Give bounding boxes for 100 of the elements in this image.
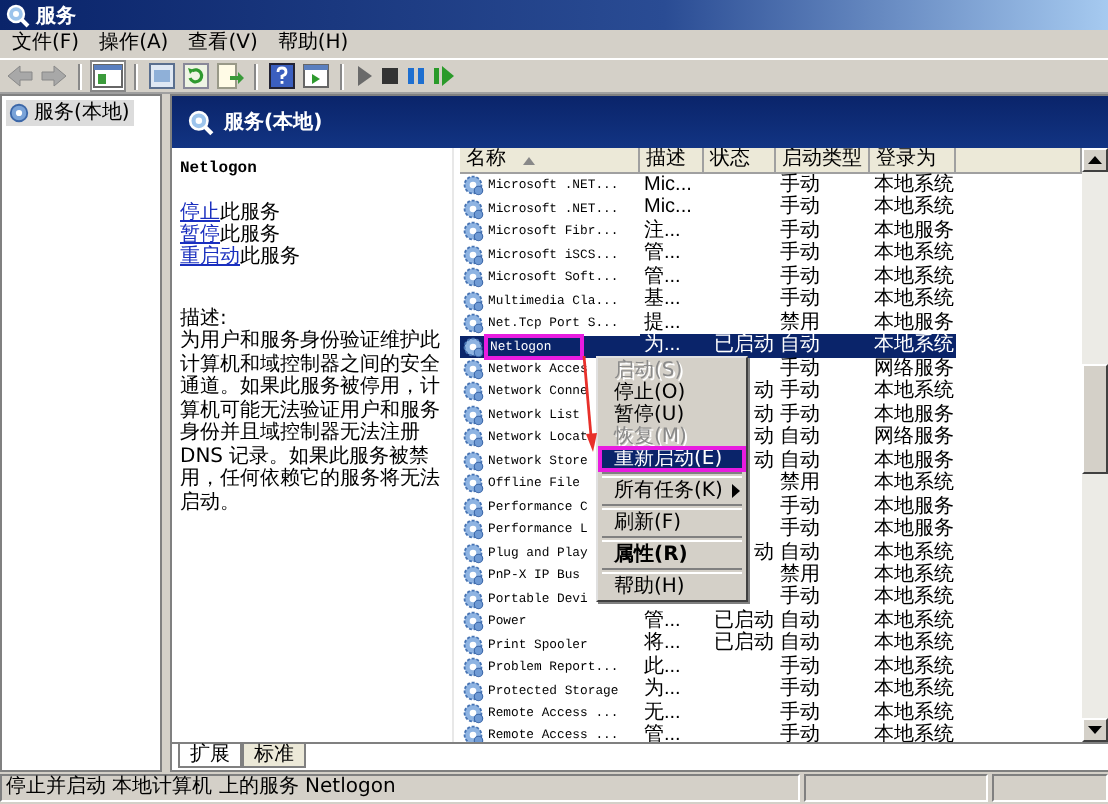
table-cell: 此... <box>644 655 681 678</box>
table-cell: 本地系统 <box>874 380 954 403</box>
table-cell: 本地服务 <box>874 403 954 426</box>
tab[interactable]: 标准 <box>242 744 306 768</box>
table-cell: 本地系统 <box>874 632 954 655</box>
action-link[interactable]: 重启动 <box>180 246 240 268</box>
table-cell: 动 <box>754 541 774 563</box>
column-header[interactable]: 名称 <box>460 148 640 174</box>
menu-item[interactable]: 帮助(H) <box>277 32 349 56</box>
export-icon[interactable] <box>216 62 244 90</box>
scroll-up-button[interactable] <box>1082 148 1108 172</box>
table-cell: 禁用 <box>780 311 820 334</box>
action-link[interactable]: 停止 <box>180 202 220 224</box>
table-cell: 手动 <box>780 655 820 678</box>
menu-item[interactable]: 查看(V) <box>188 32 258 56</box>
table-cell: 自动 <box>780 449 820 472</box>
table-cell: 本地系统 <box>874 242 954 265</box>
play-icon[interactable] <box>354 64 374 88</box>
table-cell: 本地系统 <box>874 655 954 678</box>
tree-item[interactable]: 服务(本地) <box>6 100 134 126</box>
table-cell: 为... <box>644 678 681 701</box>
table-cell: 本地服务 <box>874 449 954 472</box>
action-text: 此服务 <box>240 246 300 268</box>
table-cell: 本地系统 <box>874 563 954 586</box>
description-text: 为用户和服务身份验证维护此计算机和域控制器之间的安全通道。如果此服务被停用，计算机可能无法验证用户和服务身份并且域控制器无法注册 DNS 记录。如果此服务被禁用，任何依赖它的服务将无法启动。 <box>180 330 440 514</box>
table-cell: 动 <box>754 403 774 426</box>
table-cell: 本地系统 <box>874 174 954 196</box>
table-cell: 本地系统 <box>874 196 954 219</box>
tree-toggle-icon[interactable] <box>92 62 124 90</box>
table-cell: 手动 <box>780 288 820 311</box>
table-cell: 手动 <box>780 242 820 265</box>
table-cell: 本地服务 <box>874 219 954 242</box>
table-cell: 手动 <box>780 174 820 196</box>
panel-title: 服务(本地) <box>224 109 323 136</box>
table-cell: 自动 <box>780 632 820 655</box>
table-cell: 本地系统 <box>874 678 954 701</box>
column-header[interactable]: 描述 <box>640 148 704 174</box>
table-cell: 为... <box>644 334 681 357</box>
table-cell: 提... <box>644 311 681 334</box>
action-text: 此服务 <box>220 202 280 224</box>
stop-icon[interactable] <box>380 64 400 88</box>
menu-item[interactable]: 暂停(U) <box>600 404 744 426</box>
service-name: Netlogon <box>180 160 259 178</box>
menu-item[interactable]: 停止(O) <box>600 382 744 404</box>
table-cell: 本地系统 <box>874 472 954 495</box>
sort-arrow-icon <box>522 155 536 165</box>
menu-item[interactable]: 文件(F) <box>12 32 80 56</box>
menu-item[interactable]: 属性(R) <box>600 544 744 566</box>
column-header[interactable]: 登录为 <box>870 148 956 174</box>
table-cell: 将... <box>644 632 681 655</box>
table-cell: 手动 <box>780 701 820 724</box>
table-cell: 网络服务 <box>874 357 954 380</box>
table-cell: 手动 <box>780 403 820 426</box>
table-cell: 基... <box>644 288 681 311</box>
table-cell: 手动 <box>780 357 820 380</box>
help-icon[interactable] <box>268 62 296 90</box>
restart-icon[interactable] <box>432 64 456 88</box>
table-cell: 无... <box>644 701 681 724</box>
table-cell: 本地系统 <box>874 701 954 724</box>
table-cell: 本地系统 <box>874 541 954 563</box>
window-icon[interactable] <box>148 62 176 90</box>
table-cell: 动 <box>754 380 774 403</box>
down-arrow-icon <box>1088 726 1102 734</box>
table-cell: 本地系统 <box>874 265 954 288</box>
table-cell: 手动 <box>780 380 820 403</box>
table-cell: 手动 <box>780 219 820 242</box>
table-cell: 管... <box>644 242 681 265</box>
tab[interactable]: 扩展 <box>178 744 242 768</box>
table-cell: 动 <box>754 449 774 472</box>
menu-item[interactable]: 操作(A) <box>99 32 169 56</box>
table-cell: 手动 <box>780 265 820 288</box>
table-cell: 自动 <box>780 541 820 563</box>
table-cell: 管... <box>644 265 681 288</box>
scrollbar[interactable] <box>1082 148 1108 742</box>
column-header[interactable]: 状态 <box>704 148 776 174</box>
table-cell: 本地系统 <box>874 288 954 311</box>
table-cell: 注... <box>644 219 681 242</box>
table-cell: 手动 <box>780 678 820 701</box>
table-cell: 手动 <box>780 518 820 541</box>
table-cell: 动 <box>754 426 774 449</box>
table-cell: 手动 <box>780 495 820 518</box>
table-cell: 已启动 <box>714 632 774 655</box>
action-link[interactable]: 暂停 <box>180 224 220 246</box>
menu-item[interactable]: 刷新(F) <box>600 512 744 534</box>
table-cell: 禁用 <box>780 563 820 586</box>
table-cell: 自动 <box>780 609 820 632</box>
up-arrow-icon <box>1088 156 1102 164</box>
menu-item[interactable]: 所有任务(K) <box>600 480 744 502</box>
table-cell: 网络服务 <box>874 426 954 449</box>
description-label: 描述: <box>180 308 227 330</box>
refresh-icon[interactable] <box>182 62 210 90</box>
action-text: 此服务 <box>220 224 280 246</box>
table-cell: 本地系统 <box>874 609 954 632</box>
table-cell: 本地服务 <box>874 495 954 518</box>
table-cell: 已启动 <box>714 609 774 632</box>
scroll-thumb[interactable] <box>1082 364 1108 474</box>
window-icon[interactable] <box>302 62 330 90</box>
scroll-down-button[interactable] <box>1082 718 1108 742</box>
table-cell: Mic... <box>644 196 692 219</box>
menu-item[interactable]: 帮助(H) <box>600 576 744 598</box>
